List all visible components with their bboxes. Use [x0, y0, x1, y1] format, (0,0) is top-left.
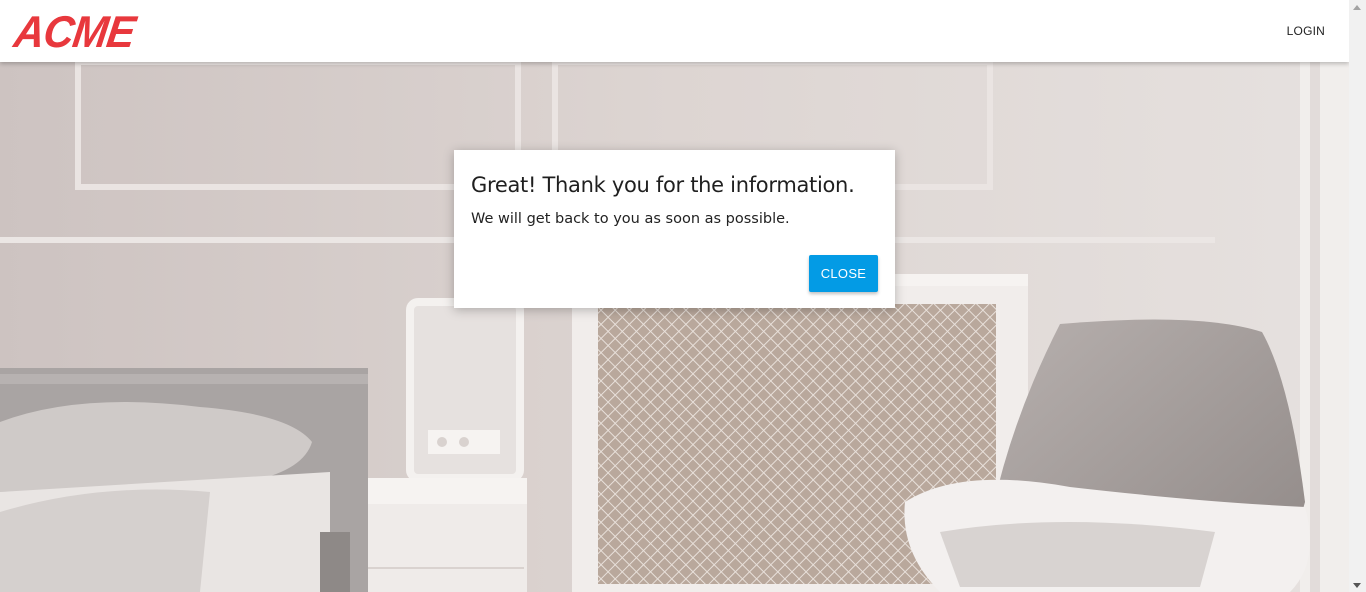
site-header: ACME LOGIN [0, 0, 1349, 62]
dialog-message: We will get back to you as soon as possi… [471, 211, 790, 227]
hero-background-image [0, 62, 1349, 592]
acme-logo[interactable]: ACME [11, 7, 138, 57]
login-link[interactable]: LOGIN [1287, 24, 1325, 38]
scroll-up-icon[interactable] [1353, 5, 1361, 10]
close-button[interactable]: CLOSE [809, 255, 878, 292]
dialog-title: Great! Thank you for the information. [471, 173, 855, 197]
bedroom-illustration [0, 62, 1349, 592]
page-scrollbar[interactable] [1349, 0, 1366, 592]
confirmation-dialog: Great! Thank you for the information. We… [454, 150, 895, 308]
scroll-down-icon[interactable] [1353, 583, 1361, 588]
